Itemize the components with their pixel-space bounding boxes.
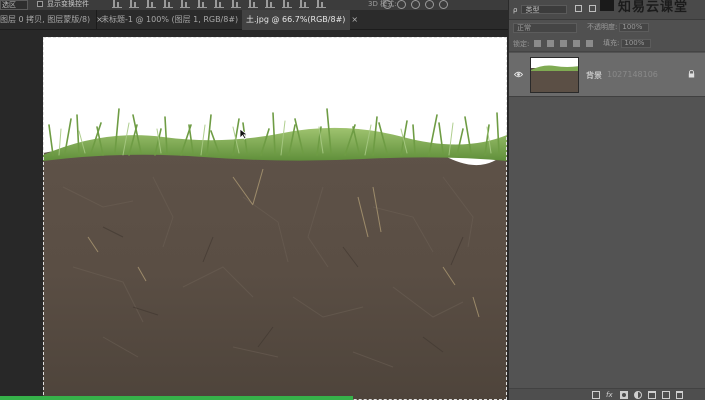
preset-dropdown[interactable]: 选区	[0, 0, 28, 10]
trash-icon[interactable]	[676, 391, 683, 399]
layer-ghost-text: 1027148106	[607, 70, 658, 79]
align-left-icon[interactable]	[163, 0, 173, 8]
opacity-input[interactable]: 100%	[619, 22, 650, 32]
layers-filter-bar: ρ 类型 知易云课堂	[509, 0, 705, 20]
new-layer-icon[interactable]	[662, 391, 670, 399]
fx-icon[interactable]: fx	[606, 391, 614, 399]
document-tab-bar: 图层 0 拷贝, 图层蒙版/8) × 未标题-1 @ 100% (图层 1, RG…	[0, 10, 508, 30]
logo-text: 知易云课堂	[618, 0, 689, 15]
layer-row-background[interactable]: 背景 1027148106	[509, 53, 705, 97]
align-hcenter-icon[interactable]	[180, 0, 190, 8]
slide-3d-icon[interactable]	[425, 0, 434, 9]
close-icon[interactable]: ×	[351, 10, 358, 30]
align-top-icon[interactable]	[112, 0, 122, 8]
pixel-filter-icon[interactable]	[575, 5, 582, 12]
tab-untitled-1[interactable]: 未标题-1 @ 100% (图层 1, RGB/8#)×	[96, 10, 251, 30]
fill-label: 填充:	[603, 39, 620, 47]
tab-label: 图层 0 拷贝, 图层蒙版/8)	[0, 15, 91, 24]
layer-filter: ρ 类型	[513, 5, 568, 14]
roll-3d-icon[interactable]	[397, 0, 406, 9]
scale-3d-icon[interactable]	[439, 0, 448, 9]
filter-kind-dropdown[interactable]: 类型	[521, 5, 568, 14]
distribute-top-icon[interactable]	[214, 0, 224, 8]
distribute-vcenter-icon[interactable]	[231, 0, 241, 8]
tab-label: 土.jpg @ 66.7%(RGB/8#)	[246, 15, 346, 24]
align-bottom-icon[interactable]	[146, 0, 156, 8]
filter-icons	[575, 5, 596, 12]
align-right-icon[interactable]	[197, 0, 207, 8]
align-tools	[112, 0, 326, 8]
fill-control: 填充: 100%	[603, 38, 652, 48]
show-transform-label: 显示变换控件	[47, 0, 89, 8]
link-icon[interactable]	[592, 391, 600, 399]
distribute-bottom-icon[interactable]	[248, 0, 258, 8]
watermark-logo: 知易云课堂	[600, 0, 688, 15]
adjustment-icon[interactable]	[634, 391, 642, 399]
lock-icon[interactable]	[688, 70, 695, 78]
logo-mark-icon	[600, 0, 614, 11]
fill-input[interactable]: 100%	[621, 38, 652, 48]
lock-artboard-icon[interactable]	[573, 40, 580, 47]
blend-mode-dropdown[interactable]: 正常	[513, 23, 577, 33]
opacity-control: 不透明度: 100%	[587, 22, 650, 32]
distribute-right-icon[interactable]	[299, 0, 309, 8]
progress-bar	[0, 396, 353, 400]
show-transform-checkbox[interactable]	[37, 1, 43, 7]
tab-label: 未标题-1 @ 100% (图层 1, RGB/8#)	[101, 15, 239, 24]
orbit-3d-icon[interactable]	[383, 0, 392, 9]
lock-transparent-icon[interactable]	[534, 40, 541, 47]
layer-name[interactable]: 背景	[586, 70, 602, 81]
lock-position-icon[interactable]	[560, 40, 567, 47]
lock-icons	[534, 40, 593, 47]
mouse-cursor-icon	[239, 128, 249, 140]
folder-icon[interactable]	[648, 391, 656, 399]
blend-row: 正常 不透明度: 100%	[509, 20, 705, 36]
tab-layer0-copy[interactable]: 图层 0 拷贝, 图层蒙版/8) ×	[0, 10, 103, 30]
footer-icons: fx	[592, 391, 683, 399]
lock-row: 锁定: 填充: 100%	[509, 36, 705, 52]
adjustment-filter-icon[interactable]	[589, 5, 596, 12]
tab-soil-jpg[interactable]: 土.jpg @ 66.7%(RGB/8#) ×	[242, 10, 358, 30]
opacity-label: 不透明度:	[587, 23, 618, 31]
document-canvas[interactable]	[43, 37, 507, 400]
auto-align-icon[interactable]	[316, 0, 326, 8]
layers-panel: ρ 类型 知易云课堂 正常 不透明度: 100% 锁定: 填充: 100% 背景…	[508, 0, 705, 400]
soil-grass-image	[43, 37, 507, 400]
lock-all-icon[interactable]	[586, 40, 593, 47]
layer-thumbnail	[530, 57, 579, 93]
canvas-area[interactable]	[0, 31, 508, 400]
eye-icon[interactable]	[514, 71, 523, 78]
lock-label: 锁定:	[513, 40, 530, 48]
distribute-hcenter-icon[interactable]	[282, 0, 292, 8]
layers-footer: fx	[509, 388, 705, 400]
distribute-left-icon[interactable]	[265, 0, 275, 8]
mask-icon[interactable]	[620, 391, 628, 399]
3d-tools	[383, 0, 448, 9]
align-vcenter-icon[interactable]	[129, 0, 139, 8]
lock-pixels-icon[interactable]	[547, 40, 554, 47]
pan-3d-icon[interactable]	[411, 0, 420, 9]
search-icon: ρ	[513, 5, 518, 14]
